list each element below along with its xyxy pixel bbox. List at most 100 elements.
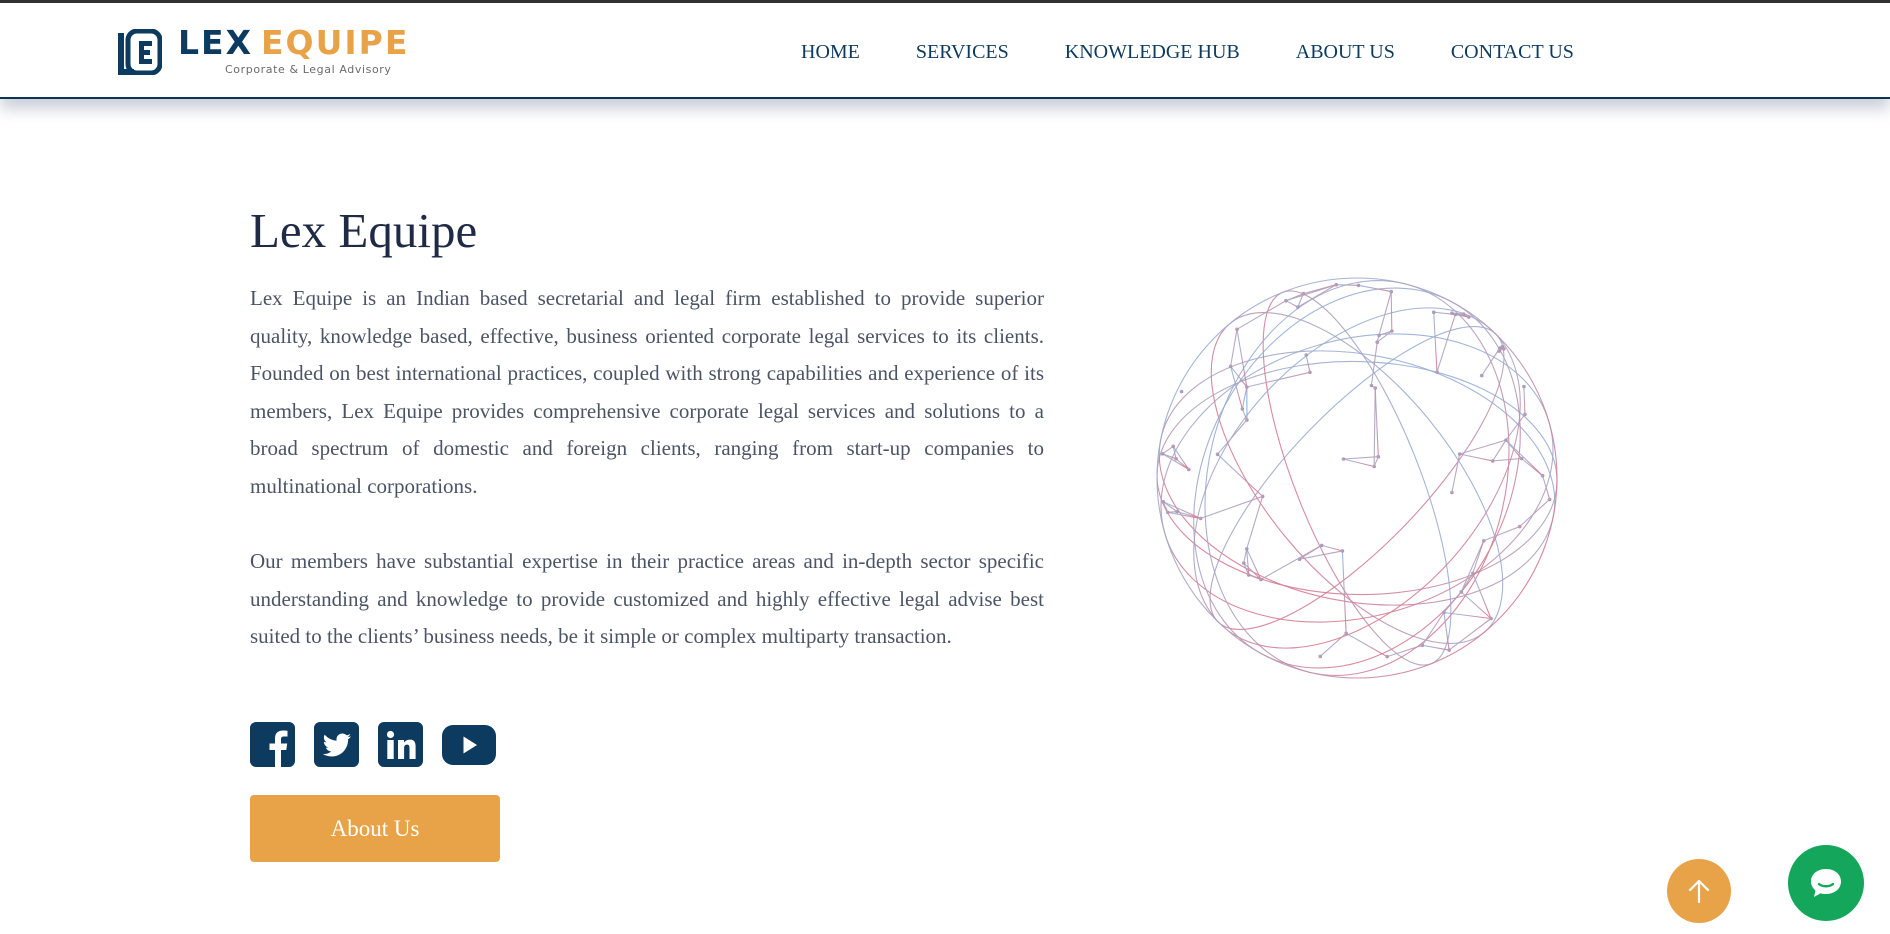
globe-edge <box>1305 354 1311 373</box>
globe-edge <box>1285 300 1299 308</box>
globe-node <box>1517 524 1522 529</box>
globe-node <box>1174 456 1178 461</box>
globe-edge <box>1217 419 1248 455</box>
globe-edge <box>1343 458 1375 468</box>
globe-edge <box>1370 342 1378 386</box>
globe-node <box>1459 590 1463 594</box>
globe-node <box>1519 456 1524 461</box>
nav-knowledge-hub[interactable]: KNOWLEDGE HUB <box>1065 40 1240 64</box>
globe-edge <box>1319 632 1347 657</box>
globe-node <box>1259 577 1263 582</box>
globe-node <box>1297 557 1302 561</box>
globe-node <box>1198 516 1203 521</box>
globe-node <box>1390 329 1394 333</box>
globe-node <box>1260 494 1265 499</box>
globe-edge <box>1246 371 1311 388</box>
globe-node <box>1241 561 1246 565</box>
globe-node <box>1186 467 1191 472</box>
globe-node <box>1161 499 1165 504</box>
globe-edge <box>1243 548 1248 564</box>
globe-node <box>1235 327 1239 332</box>
facebook-icon <box>250 722 295 767</box>
twitter-icon <box>314 722 359 767</box>
intro-paragraph: Lex Equipe is an Indian based secretaria… <box>250 286 1044 498</box>
nav-services[interactable]: SERVICES <box>916 40 1009 64</box>
globe-node <box>1389 289 1393 294</box>
globe-arc <box>1193 307 1521 649</box>
globe-edge <box>1390 291 1393 332</box>
about-us-button[interactable]: About Us <box>250 795 500 862</box>
globe-node <box>1308 370 1312 375</box>
globe-node <box>1340 549 1345 553</box>
globe-node <box>1171 444 1175 449</box>
chat-widget-button[interactable] <box>1788 845 1864 921</box>
scroll-to-top-button[interactable] <box>1667 859 1731 923</box>
globe-edge <box>1373 387 1376 467</box>
globe-edge <box>1321 544 1343 552</box>
logo-tagline: Corporate & Legal Advisory <box>225 63 392 76</box>
logo[interactable]: LEX EQUIPE Corporate & Legal Advisory <box>116 23 407 79</box>
globe-node <box>1490 459 1495 463</box>
globe-edge <box>1374 387 1379 457</box>
globe-edge <box>1505 414 1526 441</box>
globe-edge <box>1451 453 1461 493</box>
globe-node <box>1344 631 1348 636</box>
globe-node <box>1245 418 1249 422</box>
globe-node <box>1500 344 1505 349</box>
nav-about-us[interactable]: ABOUT US <box>1296 40 1395 64</box>
globe-node <box>1244 547 1249 551</box>
globe-edge <box>1336 284 1359 286</box>
globe-node <box>1304 353 1308 357</box>
globe-edge <box>1241 386 1248 410</box>
globe-node <box>1450 311 1454 315</box>
nav-contact-us[interactable]: CONTACT US <box>1451 40 1574 64</box>
globe-node <box>1375 340 1379 344</box>
globe-edge <box>1523 386 1526 415</box>
logo-mark-icon <box>118 29 162 75</box>
globe-edge <box>1492 457 1522 462</box>
globe-node <box>1160 452 1165 456</box>
globe-outline <box>1156 277 1558 679</box>
chat-bubble-icon <box>1811 869 1841 897</box>
logo-wordmark: LEX EQUIPE <box>178 23 409 63</box>
globe-edge <box>1243 562 1262 580</box>
wireframe-globe-illustration <box>1156 277 1558 679</box>
globe-node <box>1377 333 1381 338</box>
globe-node <box>1547 497 1552 502</box>
globe-edge <box>1433 312 1438 373</box>
globe-edge <box>1260 544 1322 580</box>
globe-edge <box>1217 453 1263 497</box>
globe-edge <box>1230 329 1238 367</box>
linkedin-link[interactable] <box>378 722 423 767</box>
globe-node <box>1246 573 1251 577</box>
facebook-link[interactable] <box>250 722 295 767</box>
logo-word-lex: LEX <box>178 23 254 62</box>
main-nav: HOME SERVICES KNOWLEDGE HUB ABOUT US CON… <box>801 40 1574 64</box>
globe-node <box>1369 383 1374 388</box>
globe-edge <box>1460 591 1492 619</box>
globe-node <box>1489 616 1493 621</box>
globe-node <box>1175 509 1179 514</box>
globe-edge <box>1343 456 1379 460</box>
globe-arc <box>1156 360 1558 596</box>
globe-edge <box>1436 314 1456 373</box>
page-title: Lex Equipe <box>250 203 478 258</box>
globe-node <box>1301 291 1306 296</box>
globe-arc <box>1262 290 1452 666</box>
globe-node <box>1318 654 1322 659</box>
globe-node <box>1319 543 1324 548</box>
nav-home[interactable]: HOME <box>801 40 860 64</box>
globe-edge <box>1345 632 1388 658</box>
globe-edge <box>1483 526 1520 542</box>
globe-node <box>1372 464 1376 469</box>
twitter-link[interactable] <box>314 722 359 767</box>
globe-arc <box>1158 350 1556 606</box>
globe-node <box>1450 490 1454 495</box>
globe-edge <box>1297 284 1337 308</box>
youtube-link[interactable] <box>442 724 496 765</box>
globe-node <box>1296 305 1300 309</box>
globe-node <box>1376 454 1381 459</box>
globe-node <box>1165 510 1170 515</box>
globe-edge <box>1459 453 1493 462</box>
globe-edge <box>1162 445 1174 455</box>
